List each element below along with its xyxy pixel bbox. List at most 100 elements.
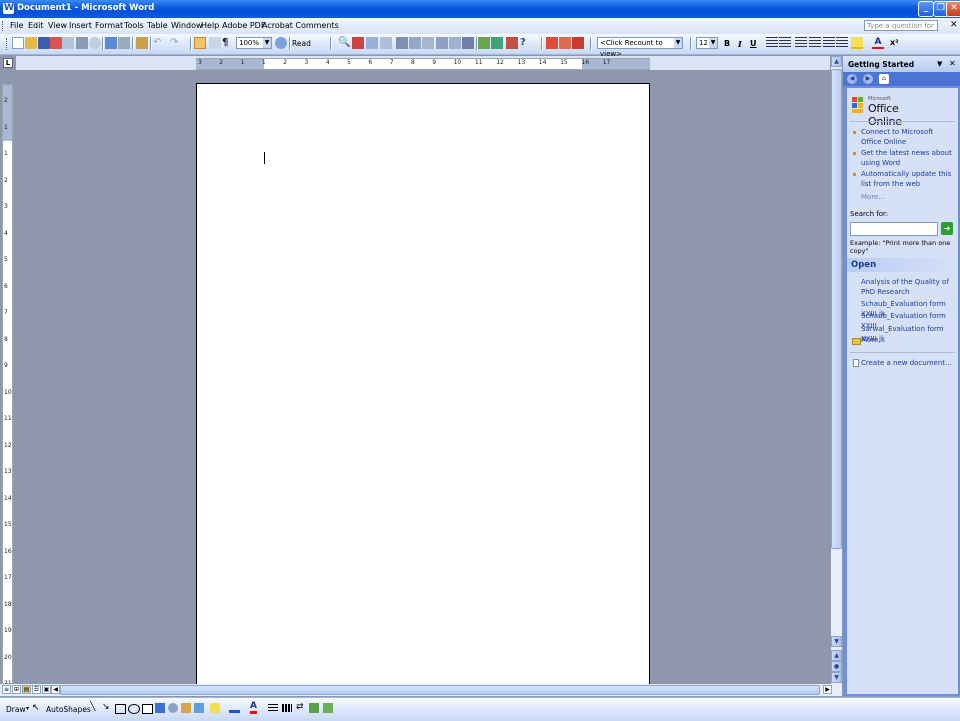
open-folder-icon[interactable]: [25, 37, 37, 49]
font-color-draw-icon[interactable]: A: [250, 701, 257, 714]
justify-icon[interactable]: [779, 37, 791, 49]
fill-color-icon[interactable]: [210, 703, 220, 713]
superscript-icon[interactable]: x²: [890, 37, 902, 49]
close-button[interactable]: ✕: [946, 1, 960, 17]
close-document-icon[interactable]: ✕: [950, 20, 958, 30]
scroll-up-icon[interactable]: ▲: [831, 56, 842, 67]
zoom-combo[interactable]: 100% ▼: [236, 37, 272, 49]
stop-icon[interactable]: [506, 37, 518, 49]
scroll-right-icon[interactable]: ▶: [823, 685, 832, 694]
normal-view-icon[interactable]: ≡: [2, 685, 11, 694]
forward-icon[interactable]: ▶: [863, 74, 873, 84]
menu-tools[interactable]: Tools: [124, 21, 144, 30]
horizontal-scroll-thumb[interactable]: [60, 685, 820, 695]
pdf-review-icon[interactable]: [572, 37, 584, 49]
tab-selector[interactable]: L: [3, 58, 13, 68]
question-icon[interactable]: ?: [520, 37, 532, 49]
clip-art-icon[interactable]: [181, 703, 191, 713]
font-size-combo[interactable]: 12 ▼: [696, 37, 718, 49]
shadow-style-icon[interactable]: [309, 703, 319, 713]
markup-icon[interactable]: [409, 37, 421, 49]
track-changes-icon[interactable]: [396, 37, 408, 49]
email-icon[interactable]: [62, 37, 74, 49]
print-icon[interactable]: [76, 37, 88, 49]
bold-button[interactable]: B: [724, 39, 730, 48]
dash-style-icon[interactable]: [282, 704, 292, 712]
menu-grip[interactable]: [2, 21, 6, 31]
search-go-icon[interactable]: ➜: [941, 222, 953, 235]
text-box-icon[interactable]: [142, 704, 153, 714]
highlight-icon[interactable]: [478, 37, 490, 49]
arrow-style-icon[interactable]: ⇄: [296, 702, 304, 712]
drawing-icon[interactable]: [380, 37, 392, 49]
reject-change-icon[interactable]: [436, 37, 448, 49]
draw-dropdown-icon[interactable]: ▾: [26, 705, 29, 712]
underline-button[interactable]: U: [750, 39, 757, 48]
picture-icon[interactable]: [194, 703, 204, 713]
web-view-icon[interactable]: ⊞: [12, 685, 21, 694]
next-page-icon[interactable]: ▼: [831, 672, 842, 683]
word-art-icon[interactable]: [352, 37, 364, 49]
insert-comment-icon[interactable]: [449, 37, 461, 49]
arrow-icon[interactable]: ↘: [102, 702, 110, 712]
redo-icon[interactable]: ↷: [170, 37, 182, 49]
menu-window[interactable]: Window: [171, 21, 203, 30]
home-icon[interactable]: ⌂: [879, 74, 889, 84]
wordart-icon[interactable]: [155, 703, 165, 713]
scroll-left-icon[interactable]: ◀: [51, 685, 60, 694]
spelling-icon[interactable]: [105, 37, 117, 49]
show-formatting-icon[interactable]: ¶: [222, 37, 234, 49]
spreadsheet-icon[interactable]: [491, 37, 503, 49]
draw-menu[interactable]: Draw: [6, 705, 26, 714]
open-more-link[interactable]: More...: [861, 336, 955, 346]
menu-help[interactable]: Help: [201, 21, 219, 30]
align-left-icon[interactable]: [766, 37, 778, 49]
reviewing-icon[interactable]: [366, 37, 378, 49]
task-pane-close-icon[interactable]: ✕: [949, 59, 956, 68]
hyperlink-icon[interactable]: [194, 37, 206, 49]
research-icon[interactable]: [118, 37, 130, 49]
new-document-icon[interactable]: [12, 37, 24, 49]
horizontal-ruler[interactable]: 3 2 1 1 2 3 4 5 6 7 8 9 10 11 12 13 14 15 16 17: [196, 58, 650, 70]
print-preview-icon[interactable]: [89, 37, 101, 49]
autoshapes-menu[interactable]: AutoShapes: [46, 705, 91, 714]
browse-object-icon[interactable]: ●: [831, 661, 842, 672]
italic-button[interactable]: I: [738, 39, 742, 49]
pdf-email-icon[interactable]: [559, 37, 571, 49]
diagram-icon[interactable]: [168, 703, 178, 713]
save-icon[interactable]: [38, 37, 50, 49]
pdf-create-icon[interactable]: [546, 37, 558, 49]
menu-file[interactable]: File: [10, 21, 23, 30]
bullets-icon[interactable]: [809, 37, 821, 49]
print-layout-icon[interactable]: ▤: [22, 685, 31, 694]
3d-style-icon[interactable]: [323, 703, 333, 713]
rectangle-icon[interactable]: [115, 704, 126, 714]
vertical-ruler[interactable]: 21123456789101112131415161718192021: [2, 84, 13, 687]
recent-file-link[interactable]: Analysis of the Quality of PhD Research: [861, 278, 955, 297]
menu-table[interactable]: Table: [147, 21, 168, 30]
task-pane-dropdown-icon[interactable]: ▼: [937, 60, 942, 68]
menu-adobe-pdf[interactable]: Adobe PDF: [222, 21, 265, 30]
create-new-document-link[interactable]: Create a new document...: [861, 359, 955, 369]
vertical-scrollbar[interactable]: ▲ ▼ ▲ ● ▼: [831, 56, 842, 684]
previous-page-icon[interactable]: ▲: [831, 650, 842, 661]
numbering-icon[interactable]: [795, 37, 807, 49]
link-auto-update[interactable]: Automatically update this list from the …: [861, 170, 955, 189]
word-count-combo[interactable]: <Click Recount to view> ▼: [597, 37, 683, 58]
document-page[interactable]: [196, 83, 650, 685]
format-painter-icon[interactable]: [136, 37, 148, 49]
permission-icon[interactable]: [50, 37, 62, 49]
decrease-indent-icon[interactable]: [823, 37, 835, 49]
link-latest-news[interactable]: Get the latest news about using Word: [861, 149, 955, 168]
increase-indent-icon[interactable]: [836, 37, 848, 49]
reviewing-pane-icon[interactable]: [462, 37, 474, 49]
menu-acrobat-comments[interactable]: Acrobat Comments: [262, 21, 339, 30]
search-input[interactable]: [850, 222, 938, 236]
vertical-scroll-thumb[interactable]: [831, 69, 842, 549]
font-color-icon[interactable]: A: [872, 37, 884, 49]
back-icon[interactable]: ◀: [847, 74, 857, 84]
menu-edit[interactable]: Edit: [28, 21, 44, 30]
read-button[interactable]: Read: [292, 39, 311, 48]
menu-format[interactable]: Format: [95, 21, 123, 30]
line-style-icon[interactable]: [268, 704, 278, 712]
